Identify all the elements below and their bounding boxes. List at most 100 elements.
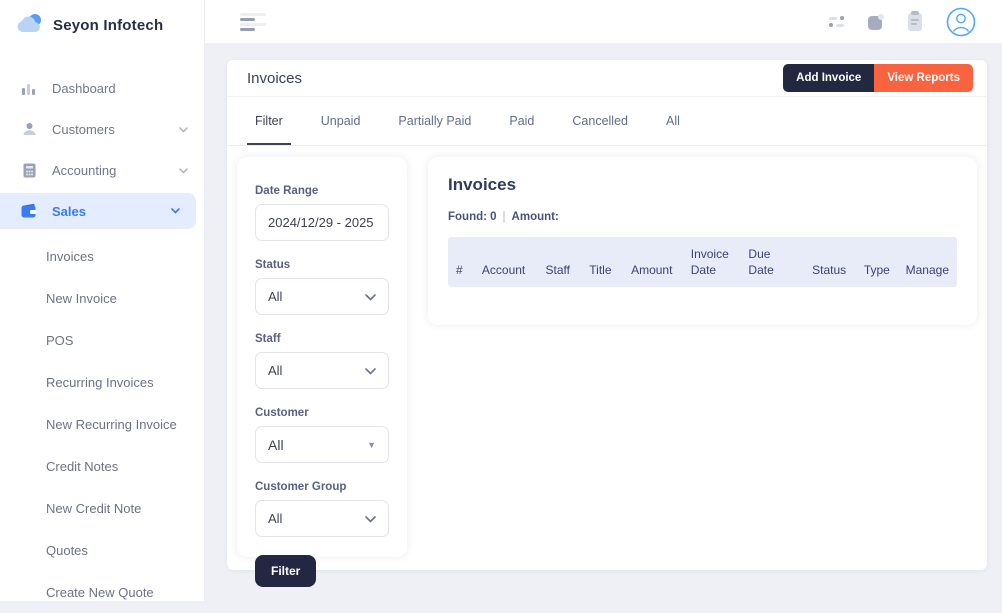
sidebar-item-quotes[interactable]: Quotes — [0, 529, 204, 571]
customer-label: Customer — [255, 407, 389, 419]
col-number: # — [456, 263, 470, 279]
header-buttons: Add Invoice View Reports — [783, 64, 973, 92]
menu-line — [240, 18, 255, 21]
staff-label: Staff — [255, 333, 389, 345]
sidebar-item-label: Accounting — [52, 163, 116, 178]
status-select[interactable]: All — [255, 278, 389, 315]
sidebar-item-label: Sales — [52, 204, 86, 219]
tab-cancelled[interactable]: Cancelled — [564, 97, 636, 145]
wallet-icon — [20, 204, 38, 218]
sidebar-item-sales[interactable]: Sales — [0, 193, 196, 229]
triangle-down-icon: ▼ — [367, 440, 376, 450]
subitem-label: POS — [46, 333, 73, 348]
sidebar-item-new-invoice[interactable]: New Invoice — [0, 277, 204, 319]
page-header: Invoices Add Invoice View Reports — [227, 60, 987, 97]
sidebar-item-accounting[interactable]: Accounting — [0, 150, 204, 191]
date-range-label: Date Range — [255, 185, 389, 197]
files-icon[interactable] — [868, 14, 884, 30]
customer-group-select-value: All — [268, 511, 282, 526]
main-content-card: Invoices Add Invoice View Reports Filter… — [227, 60, 987, 570]
sidebar-item-label: Dashboard — [52, 81, 116, 96]
subitem-label: Create New Quote — [46, 585, 154, 600]
eq-line — [836, 24, 844, 27]
eq-line — [829, 17, 837, 20]
sidebar-item-new-recurring-invoice[interactable]: New Recurring Invoice — [0, 403, 204, 445]
col-due-date: Due Date — [748, 247, 788, 278]
status-label: Status — [255, 259, 389, 271]
col-invoice-date: Invoice Date — [691, 247, 737, 278]
chevron-down-icon — [179, 168, 188, 174]
customer-group-select[interactable]: All — [255, 500, 389, 537]
subitem-label: Credit Notes — [46, 459, 118, 474]
sidebar-item-invoices[interactable]: Invoices — [0, 235, 204, 277]
results-summary: Found: 0 | Amount: — [448, 211, 957, 223]
person-icon — [20, 122, 38, 137]
tab-all[interactable]: All — [658, 97, 688, 145]
sidebar: Seyon Infotech Dashboard Customers — [0, 0, 205, 601]
staff-select-value: All — [268, 363, 282, 378]
subitem-label: Recurring Invoices — [46, 375, 154, 390]
sidebar-item-credit-notes[interactable]: Credit Notes — [0, 445, 204, 487]
chart-bar-icon — [20, 82, 38, 96]
topbar-actions — [829, 7, 1002, 37]
clipboard-line — [911, 19, 919, 21]
chevron-down-icon — [365, 289, 376, 304]
customer-select[interactable]: All ▼ — [255, 426, 389, 463]
sidebar-item-create-new-quote[interactable]: Create New Quote — [0, 571, 204, 613]
sidebar-item-new-credit-note[interactable]: New Credit Note — [0, 487, 204, 529]
col-status: Status — [812, 263, 852, 279]
user-avatar-icon[interactable] — [946, 7, 976, 37]
view-reports-button[interactable]: View Reports — [874, 64, 973, 92]
cloud-logo-icon — [16, 13, 43, 38]
invoices-panel: Invoices Found: 0 | Amount: # Account St… — [428, 157, 977, 325]
sidebar-item-label: Customers — [52, 122, 115, 137]
col-title: Title — [589, 263, 619, 279]
chevron-down-icon — [365, 511, 376, 526]
col-amount: Amount — [631, 263, 679, 279]
tab-partially-paid[interactable]: Partially Paid — [390, 97, 479, 145]
subitem-label: Quotes — [46, 543, 88, 558]
sidebar-nav: Dashboard Customers — [0, 68, 204, 613]
brand-name: Seyon Infotech — [53, 17, 163, 34]
tab-filter[interactable]: Filter — [247, 97, 291, 145]
tab-paid[interactable]: Paid — [501, 97, 542, 145]
add-invoice-button[interactable]: Add Invoice — [783, 64, 874, 92]
sidebar-item-recurring-invoices[interactable]: Recurring Invoices — [0, 361, 204, 403]
chevron-down-icon — [365, 363, 376, 378]
brand-logo[interactable]: Seyon Infotech — [0, 0, 204, 48]
options-sliders-icon[interactable] — [829, 16, 844, 27]
filter-panel: Date Range Status All Staff All Customer… — [237, 157, 407, 557]
page-title: Invoices — [247, 70, 302, 87]
notification-dot — [878, 14, 884, 20]
invoices-panel-title: Invoices — [448, 175, 957, 195]
sidebar-item-pos[interactable]: POS — [0, 319, 204, 361]
separator: | — [503, 211, 506, 223]
staff-select[interactable]: All — [255, 352, 389, 389]
menu-line — [240, 13, 266, 16]
clipboard-line — [911, 23, 917, 25]
subitem-label: New Recurring Invoice — [46, 417, 177, 432]
tab-unpaid[interactable]: Unpaid — [313, 97, 369, 145]
status-select-value: All — [268, 289, 282, 304]
sidebar-toggle-icon[interactable] — [240, 13, 266, 31]
subitem-label: New Credit Note — [46, 501, 141, 516]
clipboard-icon[interactable] — [908, 13, 922, 31]
sales-submenu: Invoices New Invoice POS Recurring Invoi… — [0, 235, 204, 613]
clipboard-clip — [911, 11, 919, 15]
sidebar-item-dashboard[interactable]: Dashboard — [0, 68, 204, 109]
invoice-status-tabs: Filter Unpaid Partially Paid Paid Cancel… — [227, 97, 987, 146]
chevron-down-icon — [179, 127, 188, 133]
date-range-input[interactable] — [255, 204, 389, 241]
invoices-table-header: # Account Staff Title Amount Invoice Dat… — [448, 237, 957, 287]
col-manage: Manage — [906, 263, 949, 279]
sidebar-item-customers[interactable]: Customers — [0, 109, 204, 150]
topbar — [205, 0, 1002, 43]
calculator-icon — [20, 163, 38, 178]
amount-label: Amount: — [512, 211, 559, 223]
col-type: Type — [864, 263, 894, 279]
menu-line — [240, 23, 266, 26]
filter-submit-button[interactable]: Filter — [255, 555, 316, 587]
eq-dot — [829, 23, 833, 27]
subitem-label: Invoices — [46, 249, 94, 264]
eq-dot — [840, 16, 844, 20]
